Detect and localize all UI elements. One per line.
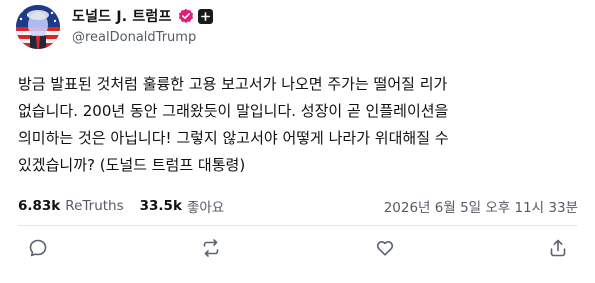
divider [18, 225, 578, 226]
handle[interactable]: @realDonaldTrump [72, 30, 196, 45]
author-name-row: 도널드 J. 트럼프 [72, 6, 213, 26]
retruths-count[interactable]: 6.83k [18, 198, 60, 214]
reply-button[interactable] [18, 233, 58, 263]
stats-row: 6.83k ReTruths 33.5k 좋아요 2026년 6월 5일 오후 … [18, 196, 578, 216]
post-text: 방금 발표된 것처럼 훌륭한 고용 보고서가 나오면 주가는 떨어질 리가 없습… [18, 75, 449, 174]
retruth-icon [204, 239, 219, 257]
timestamp[interactable]: 2026년 6월 5일 오후 11시 33분 [384, 196, 578, 216]
share-button[interactable] [538, 233, 578, 263]
plus-icon[interactable] [197, 8, 213, 24]
avatar[interactable] [16, 5, 60, 49]
truth-post: 도널드 J. 트럼프 @realDonaldTrump 방금 발표된 것처럼 훌… [0, 0, 595, 283]
verified-check-icon [178, 8, 194, 24]
retruth-button[interactable] [191, 233, 231, 263]
reply-icon [29, 239, 47, 257]
display-name[interactable]: 도널드 J. 트럼프 [72, 6, 172, 26]
likes-count[interactable]: 33.5k [140, 198, 182, 214]
heart-icon [376, 241, 393, 256]
like-button[interactable] [365, 233, 405, 263]
share-icon [550, 239, 566, 257]
likes-label[interactable]: 좋아요 [187, 196, 224, 216]
retruths-label[interactable]: ReTruths [65, 198, 123, 214]
action-bar [18, 233, 578, 263]
